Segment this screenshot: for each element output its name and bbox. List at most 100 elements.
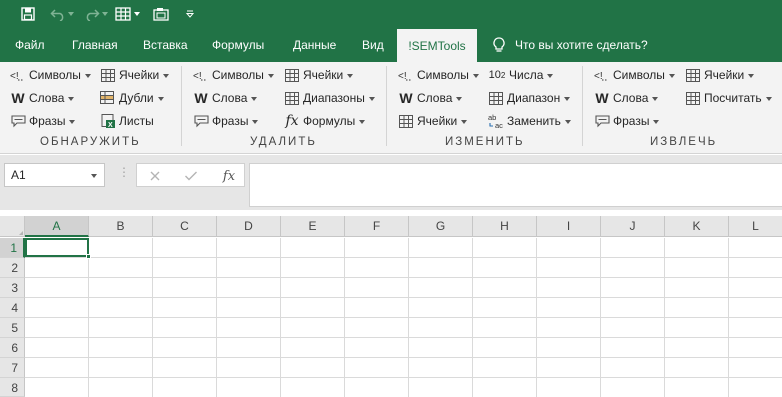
column-header[interactable]: C: [153, 216, 217, 237]
detect-words-button[interactable]: W Слова: [10, 88, 75, 108]
formula-buttons: fx: [136, 163, 245, 187]
group-divider: [386, 66, 387, 146]
chevron-down-icon[interactable]: [91, 174, 97, 178]
chevron-down-icon: [157, 96, 164, 101]
row-header[interactable]: 6: [0, 338, 25, 358]
row-header[interactable]: 3: [0, 278, 25, 298]
remove-symbols-button[interactable]: <! Символы: [193, 65, 274, 85]
tab-insert[interactable]: Вставка: [143, 28, 188, 62]
fill-handle[interactable]: [86, 254, 91, 259]
change-numbers-button[interactable]: 10 2 Числа: [488, 65, 554, 85]
column-header[interactable]: H: [473, 216, 537, 237]
tab-file[interactable]: Файл: [15, 28, 45, 62]
formula-bar: A1 ⋮ fx: [0, 155, 782, 210]
cancel-icon[interactable]: [147, 168, 163, 184]
worksheet-grid[interactable]: A B C D E F G H I J K L 1 2 3 4 5 6 7 8: [0, 216, 782, 397]
chevron-down-icon: [765, 96, 772, 101]
remove-formulas-button[interactable]: fx Формулы: [284, 111, 366, 131]
column-header[interactable]: E: [281, 216, 345, 237]
row-header[interactable]: 1: [0, 238, 25, 258]
ranges-icon: [284, 90, 300, 106]
words-icon: W: [194, 90, 208, 106]
extract-words-button[interactable]: W Слова: [594, 88, 659, 108]
select-all-button[interactable]: [0, 216, 25, 237]
count-icon: [685, 90, 701, 106]
row-header[interactable]: 7: [0, 358, 25, 378]
svg-text:<!: <!: [193, 71, 202, 82]
detect-phrases-label: Фразы: [29, 114, 66, 128]
svg-text:ac: ac: [495, 121, 503, 129]
camera-icon[interactable]: [151, 4, 171, 24]
row-header[interactable]: 8: [0, 378, 25, 397]
column-header[interactable]: G: [409, 216, 473, 237]
formula-input[interactable]: [249, 163, 782, 207]
table-dropdown-icon[interactable]: [132, 4, 142, 24]
extract-count-label: Посчитать: [704, 91, 762, 105]
tab-view[interactable]: Вид: [362, 28, 384, 62]
detect-cells-button[interactable]: Ячейки: [100, 65, 170, 85]
column-header[interactable]: D: [217, 216, 281, 237]
gridline: [25, 337, 782, 338]
row-header[interactable]: 4: [0, 298, 25, 318]
customize-icon[interactable]: [180, 4, 200, 24]
remove-cells-button[interactable]: Ячейки: [284, 65, 354, 85]
change-symbols-button[interactable]: <! Символы: [398, 65, 479, 85]
detect-sheets-button[interactable]: X Листы: [100, 111, 154, 131]
redo-icon[interactable]: [82, 4, 102, 24]
formula-bar-splitter[interactable]: ⋮: [118, 165, 130, 179]
column-header[interactable]: A: [25, 216, 89, 237]
change-cells-button[interactable]: Ячейки: [398, 111, 468, 131]
tab-home[interactable]: Главная: [72, 28, 118, 62]
name-box[interactable]: A1: [4, 163, 105, 187]
undo-icon[interactable]: [48, 4, 68, 24]
detect-phrases-button[interactable]: Фразы: [10, 111, 76, 131]
remove-ranges-button[interactable]: Диапазоны: [284, 88, 375, 108]
chevron-down-icon: [748, 73, 755, 78]
column-header[interactable]: K: [665, 216, 729, 237]
remove-words-button[interactable]: W Слова: [193, 88, 258, 108]
symbols-icon: <!: [193, 67, 209, 83]
extract-phrases-button[interactable]: Фразы: [594, 111, 660, 131]
column-header[interactable]: F: [345, 216, 409, 237]
detect-words-label: Слова: [29, 91, 65, 105]
chevron-down-icon: [652, 96, 659, 101]
group-label-change: ИЗМЕНИТЬ: [445, 136, 525, 148]
column-header[interactable]: L: [729, 216, 782, 237]
active-cell[interactable]: [25, 238, 89, 257]
words-icon: W: [399, 90, 413, 106]
column-header[interactable]: I: [537, 216, 601, 237]
insert-function-icon[interactable]: fx: [219, 168, 239, 184]
detect-symbols-button[interactable]: <! Символы: [10, 65, 91, 85]
tell-me-box[interactable]: Что вы хотите сделать?: [493, 28, 648, 62]
enter-check-icon[interactable]: [183, 168, 199, 184]
column-header[interactable]: B: [89, 216, 153, 237]
column-header[interactable]: J: [601, 216, 665, 237]
row-header[interactable]: 5: [0, 318, 25, 338]
tab-formulas[interactable]: Формулы: [212, 28, 264, 62]
extract-symbols-label: Символы: [613, 68, 665, 82]
tab-data[interactable]: Данные: [293, 28, 336, 62]
detect-duplicates-button[interactable]: Дубли: [100, 88, 164, 108]
extract-symbols-button[interactable]: <! Символы: [594, 65, 675, 85]
undo-dropdown-icon[interactable]: [66, 4, 76, 24]
extract-cells-button[interactable]: Ячейки: [685, 65, 755, 85]
redo-dropdown-icon[interactable]: [100, 4, 110, 24]
remove-ranges-label: Диапазоны: [303, 91, 365, 105]
gridline: [25, 277, 782, 278]
detect-duplicates-label: Дубли: [119, 91, 154, 105]
chevron-down-icon: [368, 96, 375, 101]
function-icon: fx: [285, 113, 299, 129]
extract-count-button[interactable]: Посчитать: [685, 88, 772, 108]
gridline: [25, 357, 782, 358]
chevron-down-icon: [547, 73, 554, 78]
lightbulb-icon: [493, 37, 505, 53]
row-header[interactable]: 2: [0, 258, 25, 278]
change-replace-button[interactable]: ab ac Заменить: [488, 111, 571, 131]
change-range-button[interactable]: Диапазон: [488, 88, 571, 108]
remove-phrases-button[interactable]: Фразы: [193, 111, 259, 131]
save-icon[interactable]: [18, 4, 38, 24]
tab-semtools[interactable]: !SEMTools: [397, 29, 477, 62]
table-icon[interactable]: [113, 4, 133, 24]
svg-text:<!: <!: [398, 71, 407, 82]
change-words-button[interactable]: W Слова: [398, 88, 463, 108]
